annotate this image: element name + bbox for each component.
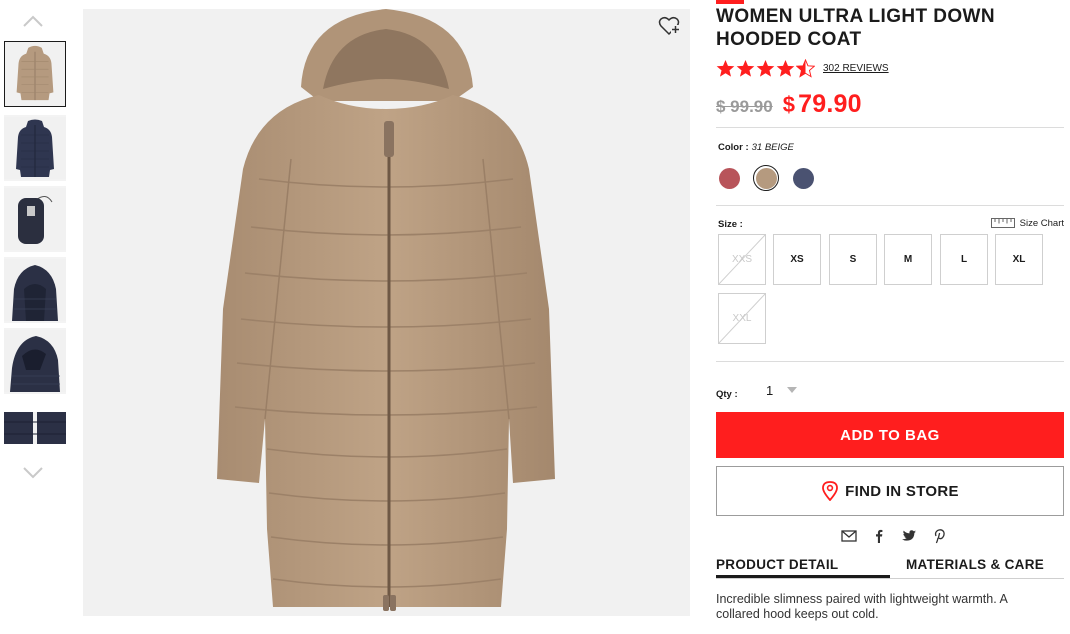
- color-swatch-navy[interactable]: [790, 165, 816, 191]
- color-label-text: Color :: [718, 142, 749, 153]
- share-email-button[interactable]: [840, 527, 858, 545]
- rating: 302 REVIEWS: [716, 58, 889, 78]
- location-pin-icon: [822, 481, 839, 501]
- thumbnail-image: [4, 330, 66, 392]
- size-option-label: S: [849, 254, 857, 265]
- thumbnail-image: [4, 117, 66, 179]
- pinterest-icon: [934, 529, 945, 544]
- reviews-link[interactable]: 302 REVIEWS: [823, 63, 889, 74]
- star-rating: [716, 58, 815, 78]
- main-product-image[interactable]: [83, 9, 690, 616]
- chevron-down-icon: [23, 467, 43, 479]
- share-icons: [834, 527, 954, 545]
- size-option-label: XS: [790, 254, 804, 265]
- thumbnail-image: [4, 188, 66, 250]
- qty-value: 1: [766, 382, 774, 398]
- thumbnail-pouch[interactable]: [4, 186, 66, 252]
- product-tabs: PRODUCT DETAIL MATERIALS & CARE: [716, 555, 1064, 579]
- sale-amount: 79.90: [798, 90, 862, 118]
- product-photo: [217, 9, 555, 611]
- star-icon: [716, 59, 735, 77]
- chevron-up-icon: [23, 15, 43, 27]
- product-info-panel: WOMEN ULTRA LIGHT DOWN HOODED COAT 302 R…: [716, 0, 1064, 634]
- size-option-label: XXL: [732, 313, 752, 324]
- caret-down-icon: [787, 387, 798, 393]
- add-to-bag-button[interactable]: ADD TO BAG: [716, 412, 1064, 458]
- thumbnail-navy-coat[interactable]: [4, 115, 66, 181]
- size-option-label: L: [960, 254, 968, 265]
- size-option-s[interactable]: S: [829, 234, 877, 285]
- thumbnail-image: [4, 412, 66, 444]
- qty-select[interactable]: 1: [766, 381, 806, 399]
- color-swatches: [716, 163, 827, 193]
- original-price: $ 99.90: [716, 97, 773, 116]
- facebook-icon: [876, 529, 883, 543]
- star-icon: [776, 59, 795, 77]
- share-twitter-button[interactable]: [900, 527, 918, 545]
- currency-symbol: $: [782, 92, 796, 117]
- selected-color: 31 BEIGE: [751, 142, 794, 153]
- star-icon: [736, 59, 755, 77]
- heart-plus-icon: [658, 16, 680, 36]
- size-option-xxl[interactable]: XXL: [718, 293, 766, 344]
- star-icon: [756, 59, 775, 77]
- size-option-l[interactable]: L: [940, 234, 988, 285]
- half-star-icon: [796, 58, 815, 78]
- size-option-xs[interactable]: XS: [773, 234, 821, 285]
- size-option-label: M: [903, 254, 913, 265]
- thumbnail-scroll-down-button[interactable]: [22, 466, 44, 488]
- thumbnail-image: [4, 259, 66, 321]
- thumbnail-image: [5, 42, 65, 106]
- size-option-m[interactable]: M: [884, 234, 932, 285]
- add-to-wishlist-button[interactable]: [658, 16, 680, 36]
- product-description: Incredible slimness paired with lightwei…: [716, 592, 1008, 621]
- divider: [716, 361, 1064, 362]
- thumbnail-beige-coat[interactable]: [4, 41, 66, 107]
- size-chart-label: Size Chart: [1019, 217, 1064, 229]
- sale-flag: [716, 0, 744, 4]
- find-in-store-button[interactable]: FIND IN STORE: [716, 466, 1064, 516]
- size-label: Size :: [718, 219, 743, 230]
- color-label: Color :31 BEIGE: [718, 142, 794, 153]
- size-option-xxs[interactable]: XXS: [718, 234, 766, 285]
- share-facebook-button[interactable]: [870, 527, 888, 545]
- tab-materials-care[interactable]: MATERIALS & CARE: [906, 557, 1044, 578]
- qty-label: Qty :: [716, 389, 738, 400]
- sale-price: $79.90: [783, 90, 862, 119]
- thumbnail-strip: [0, 0, 70, 634]
- size-option-label: XL: [1012, 254, 1026, 265]
- color-swatch-red[interactable]: [716, 165, 742, 191]
- thumbnail-navy-hood-side[interactable]: [4, 328, 66, 394]
- size-option-xl[interactable]: XL: [995, 234, 1043, 285]
- thumbnail-scroll-up-button[interactable]: [22, 14, 44, 36]
- price: $ 99.90 $79.90: [716, 90, 862, 118]
- size-option-label: XXS: [731, 254, 752, 265]
- product-title: WOMEN ULTRA LIGHT DOWN HOODED COAT: [716, 6, 995, 50]
- ruler-icon: [990, 218, 1015, 228]
- thumbnail-fabric-detail[interactable]: [4, 412, 66, 444]
- tab-product-detail[interactable]: PRODUCT DETAIL: [716, 557, 890, 578]
- share-pinterest-button[interactable]: [930, 527, 948, 545]
- divider: [716, 205, 1064, 206]
- divider: [716, 127, 1064, 128]
- mail-icon: [841, 530, 857, 542]
- size-chart-link[interactable]: Size Chart: [990, 217, 1064, 229]
- twitter-icon: [902, 530, 916, 541]
- find-in-store-label: FIND IN STORE: [845, 482, 959, 500]
- color-swatch-beige[interactable]: [753, 165, 779, 191]
- thumbnail-navy-hood[interactable]: [4, 257, 66, 323]
